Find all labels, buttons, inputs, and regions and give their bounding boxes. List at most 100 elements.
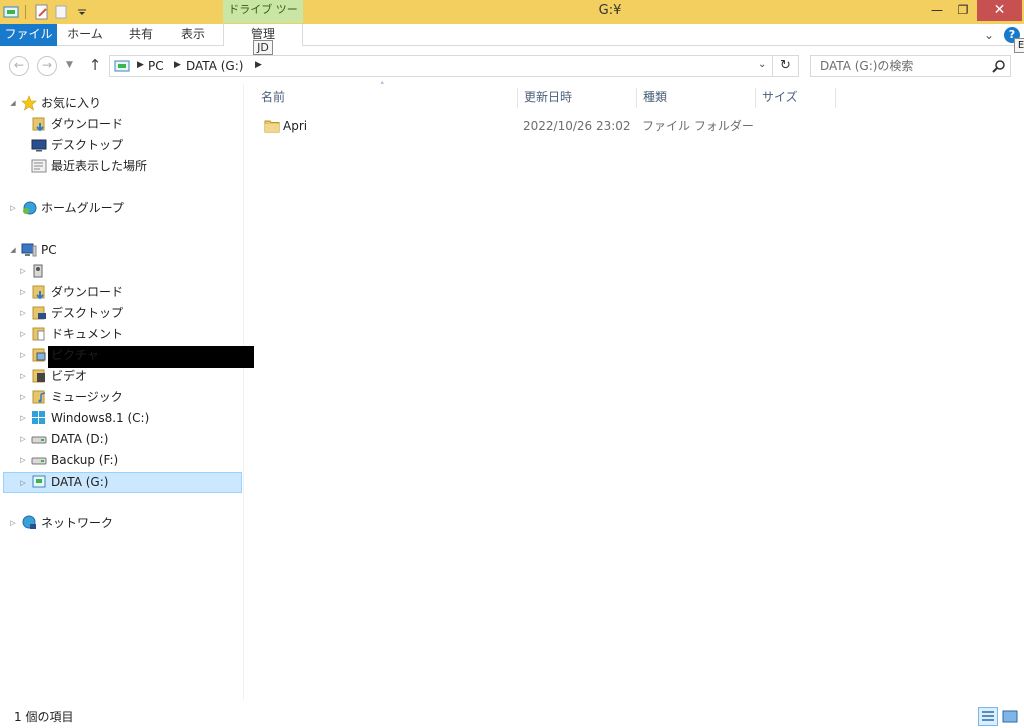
table-row[interactable]: Apri 2022/10/26 23:02 ファイル フォルダー: [255, 116, 835, 137]
nav-label: ドキュメント: [51, 327, 124, 341]
drive-icon[interactable]: [2, 3, 20, 21]
nav-label: ビデオ: [51, 369, 88, 383]
minimize-button[interactable]: —: [924, 0, 950, 21]
breadcrumb-separator-icon[interactable]: ▶: [255, 60, 262, 70]
nav-pc-music[interactable]: ▷ ミュージック: [0, 387, 240, 408]
nav-pc-drive-d[interactable]: ▷ DATA (D:): [0, 429, 240, 450]
nav-pc-drive-f[interactable]: ▷ Backup (F:): [0, 450, 240, 471]
tab-home[interactable]: ホーム: [58, 24, 112, 46]
desktop-icon: [31, 137, 47, 153]
nav-pc-videos[interactable]: ▷ ビデオ: [0, 366, 240, 387]
file-type: ファイル フォルダー: [642, 119, 754, 133]
expand-icon[interactable]: ▷: [18, 282, 28, 302]
expand-ribbon-icon[interactable]: ⌄: [984, 28, 994, 42]
nav-label: Windows8.1 (C:): [51, 411, 150, 425]
restore-button[interactable]: ❐: [950, 0, 976, 21]
nav-pc-pictures[interactable]: ▷ ピクチャ: [0, 345, 240, 366]
expand-icon[interactable]: ▷: [18, 324, 28, 344]
nav-pc-drive-g[interactable]: ▷ DATA (G:): [3, 472, 242, 493]
nav-pc-drive-c[interactable]: ▷ Windows8.1 (C:): [0, 408, 240, 429]
navigation-pane: ◢ お気に入り ダウンロード デスクトップ 最近表示した場所 ▷ ホームグループ…: [0, 84, 254, 700]
expand-icon[interactable]: ▷: [18, 303, 28, 323]
expand-icon[interactable]: ▷: [18, 429, 28, 449]
downloads-folder-icon: [31, 284, 47, 300]
expand-icon[interactable]: ▷: [8, 198, 18, 218]
nav-favorites[interactable]: ◢ お気に入り: [0, 93, 240, 114]
ribbon-tab-bar: ファイル ホーム 共有 表示 管理: [0, 24, 1024, 46]
keytip-help: E: [1014, 38, 1024, 53]
device-icon: [31, 263, 47, 279]
breadcrumb-separator-icon[interactable]: ▶: [137, 60, 144, 70]
up-button[interactable]: ↑: [86, 57, 104, 75]
refresh-button[interactable]: ↻: [773, 55, 799, 77]
nav-network[interactable]: ▷ ネットワーク: [0, 513, 240, 534]
nav-label: ホームグループ: [41, 201, 124, 215]
column-header-name[interactable]: 名前: [255, 88, 518, 108]
expand-icon[interactable]: ▷: [18, 345, 28, 365]
address-row: ← → ▼ ↑ ▶ PC ▶ DATA (G:) ▶ ⌄ ↻: [0, 52, 1024, 80]
folder-icon: [264, 119, 280, 133]
forward-button[interactable]: →: [37, 56, 57, 76]
column-header-size[interactable]: サイズ: [756, 88, 836, 108]
expand-icon[interactable]: ▷: [18, 450, 28, 470]
videos-folder-icon: [31, 368, 47, 384]
nav-homegroup[interactable]: ▷ ホームグループ: [0, 198, 240, 219]
search-box[interactable]: [810, 55, 1011, 77]
tab-view[interactable]: 表示: [170, 24, 216, 46]
pictures-folder-icon: [31, 347, 47, 363]
breadcrumb-pc[interactable]: PC: [148, 59, 164, 73]
title-bar: ドライブ ツール G:¥ — ❐ ✕: [0, 0, 1024, 36]
nav-label: お気に入り: [41, 96, 102, 110]
expand-icon[interactable]: ▷: [18, 408, 28, 428]
drive-icon: [114, 59, 130, 73]
new-folder-icon[interactable]: [53, 3, 71, 21]
nav-label: ネットワーク: [41, 516, 114, 530]
expand-icon[interactable]: ▷: [8, 513, 18, 533]
large-icons-view-icon[interactable]: [1000, 707, 1020, 726]
breadcrumb-separator-icon[interactable]: ▶: [174, 60, 181, 70]
nav-label: デスクトップ: [51, 306, 124, 320]
nav-fav-desktop[interactable]: デスクトップ: [0, 135, 240, 156]
nav-pc-documents[interactable]: ▷ ドキュメント: [0, 324, 240, 345]
column-header-type[interactable]: 種類: [637, 88, 756, 108]
nav-pc-user-device[interactable]: ▷: [0, 261, 240, 282]
properties-icon[interactable]: [33, 3, 51, 21]
nav-pc-downloads[interactable]: ▷ ダウンロード: [0, 282, 240, 303]
search-input[interactable]: [811, 56, 986, 76]
nav-label: ダウンロード: [51, 117, 124, 131]
details-view-icon[interactable]: [978, 707, 998, 726]
expand-icon[interactable]: ▷: [18, 387, 28, 407]
expand-icon[interactable]: ▷: [18, 473, 28, 493]
column-header-modified[interactable]: 更新日時: [518, 88, 637, 108]
recent-locations-chevron-icon[interactable]: ▼: [66, 60, 73, 70]
address-dropdown-icon[interactable]: ⌄: [758, 59, 766, 70]
tab-file[interactable]: ファイル: [0, 24, 57, 46]
address-bar[interactable]: ▶ PC ▶ DATA (G:) ▶ ⌄: [109, 55, 773, 77]
pc-icon: [21, 242, 37, 258]
star-icon: [21, 95, 37, 111]
collapse-icon[interactable]: ◢: [8, 93, 18, 113]
nav-pc-desktop[interactable]: ▷ デスクトップ: [0, 303, 240, 324]
back-button[interactable]: ←: [9, 56, 29, 76]
hard-drive-icon: [31, 431, 47, 447]
nav-fav-downloads[interactable]: ダウンロード: [0, 114, 240, 135]
homegroup-icon: [21, 200, 37, 216]
customize-toolbar-icon[interactable]: [73, 3, 91, 21]
search-icon[interactable]: [991, 59, 1007, 75]
music-folder-icon: [31, 389, 47, 405]
window-title: G:¥: [598, 3, 622, 18]
breadcrumb-data-g[interactable]: DATA (G:): [186, 59, 243, 73]
nav-label: 最近表示した場所: [51, 159, 148, 173]
close-button[interactable]: ✕: [977, 0, 1022, 21]
expand-icon[interactable]: ▷: [18, 261, 28, 281]
removable-drive-icon: [31, 474, 47, 490]
file-name: Apri: [283, 119, 308, 133]
collapse-icon[interactable]: ◢: [8, 240, 18, 260]
tab-share[interactable]: 共有: [118, 24, 164, 46]
nav-label: ダウンロード: [51, 285, 124, 299]
item-count: 1 個の項目: [14, 710, 74, 724]
expand-icon[interactable]: ▷: [18, 366, 28, 386]
drive-tools-header: ドライブ ツール: [223, 0, 303, 36]
nav-pc[interactable]: ◢ PC: [0, 240, 240, 261]
nav-fav-recent-places[interactable]: 最近表示した場所: [0, 156, 240, 177]
